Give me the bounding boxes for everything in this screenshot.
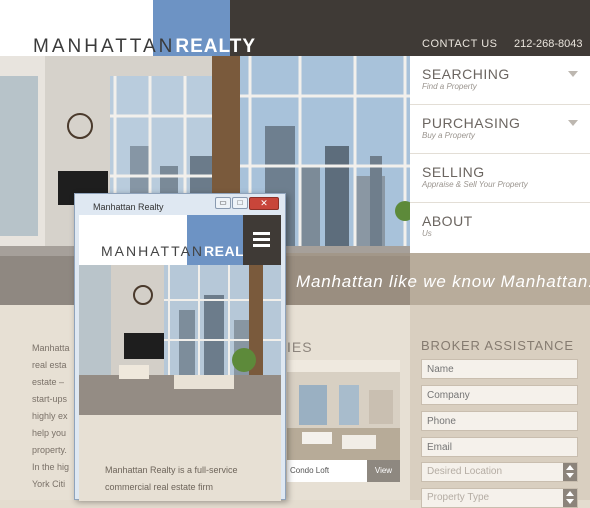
chevron-down-icon[interactable] — [568, 120, 578, 126]
contact-us-link[interactable]: CONTACT US — [422, 38, 498, 50]
nav-label: SEARCHING — [422, 66, 510, 82]
chevron-down-icon[interactable] — [568, 71, 578, 77]
mobile-intro-line: commercial real estate firm — [105, 482, 214, 492]
email-field[interactable] — [421, 437, 578, 457]
name-field[interactable] — [421, 359, 578, 379]
mobile-intro-text: Manhattan Realty is a full-service comme… — [105, 462, 238, 496]
phone-number: 212-268-8043 — [514, 38, 583, 50]
nav-item-searching[interactable]: SEARCHING Find a Property — [410, 56, 590, 105]
nav-sublabel: Buy a Property — [422, 131, 475, 140]
desired-location-select[interactable]: Desired Location — [421, 462, 578, 482]
hamburger-menu-icon[interactable] — [243, 215, 281, 265]
intro-line: Manhatta — [32, 343, 70, 353]
nav-item-purchasing[interactable]: PURCHASING Buy a Property — [410, 105, 590, 154]
maximize-button[interactable]: □ — [232, 197, 248, 209]
nav-label: SELLING — [422, 164, 485, 180]
company-field[interactable] — [421, 385, 578, 405]
window-title: Manhattan Realty — [93, 202, 164, 212]
mobile-content: Manhattan Realty is a full-service comme… — [79, 415, 281, 501]
window-body: MANHATTANREALTY Manhattan Realty is a fu… — [79, 215, 281, 501]
listings-heading: IES — [287, 339, 313, 355]
hero-tagline: Manhattan like we know Manhattan. — [296, 272, 590, 291]
mobile-hero-image — [79, 265, 281, 415]
view-listing-button[interactable]: View — [367, 460, 400, 482]
intro-line: start-ups — [32, 394, 68, 404]
select-arrows-icon[interactable] — [563, 489, 577, 507]
select-value: Property Type — [427, 492, 490, 503]
select-arrows-icon[interactable] — [563, 463, 577, 481]
nav-sublabel: Find a Property — [422, 82, 477, 91]
intro-line: In the hig — [32, 462, 70, 472]
listing-photo[interactable] — [287, 360, 400, 460]
main-nav: SEARCHING Find a Property PURCHASING Buy… — [410, 56, 590, 253]
nav-label: ABOUT — [422, 213, 473, 229]
nav-item-selling[interactable]: SELLING Appraise & Sell Your Property — [410, 154, 590, 203]
property-type-select[interactable]: Property Type — [421, 488, 578, 508]
intro-line: property. — [32, 445, 67, 455]
logo-text: MANHATTANREALTY — [33, 36, 256, 57]
nav-sublabel: Us — [422, 229, 432, 238]
intro-line: real esta — [32, 360, 67, 370]
listing-name: Condo Loft — [290, 466, 330, 475]
mobile-preview-window[interactable]: Manhattan Realty ▭ □ ✕ MANHATTANREALTY M… — [74, 193, 286, 501]
mobile-header: MANHATTANREALTY — [79, 215, 281, 265]
intro-text: Manhatta real esta estate – start-ups hi… — [32, 340, 70, 493]
intro-line: York Citi — [32, 479, 66, 489]
intro-line: estate – — [32, 377, 65, 387]
nav-item-about[interactable]: ABOUT Us — [410, 203, 590, 252]
minimize-button[interactable]: ▭ — [215, 197, 231, 209]
phone-field[interactable] — [421, 411, 578, 431]
mobile-intro-line: Manhattan Realty is a full-service — [105, 465, 238, 475]
intro-line: help you — [32, 428, 67, 438]
select-value: Desired Location — [427, 466, 503, 477]
intro-line: highly ex — [32, 411, 68, 421]
broker-heading: BROKER ASSISTANCE — [421, 338, 574, 353]
close-button[interactable]: ✕ — [249, 197, 279, 210]
nav-label: PURCHASING — [422, 115, 521, 131]
nav-sublabel: Appraise & Sell Your Property — [422, 180, 528, 189]
mobile-logo-text[interactable]: MANHATTANREALTY — [101, 243, 262, 259]
